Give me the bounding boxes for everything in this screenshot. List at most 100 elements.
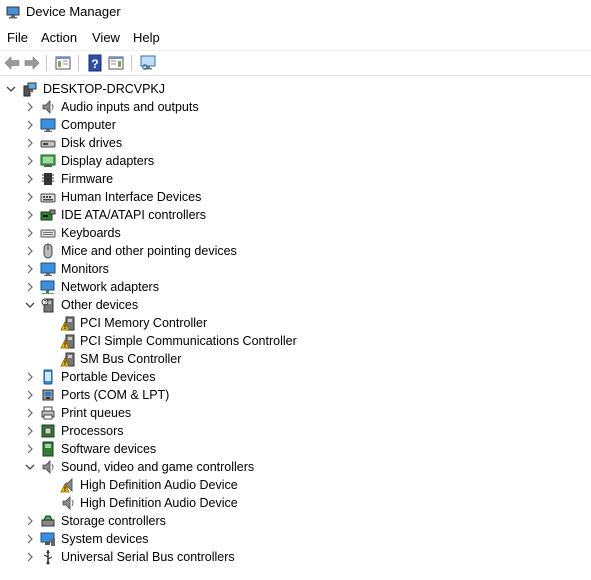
tree-item-label: Display adapters	[61, 154, 155, 168]
portable-icon	[40, 369, 56, 385]
tree-category[interactable]: Universal Serial Bus controllers	[0, 548, 560, 566]
tree-category[interactable]: Storage controllers	[0, 512, 560, 530]
speaker-icon	[60, 495, 76, 511]
chevron-right-icon[interactable]	[24, 209, 36, 221]
properties-button[interactable]	[107, 54, 125, 72]
menu-bar: File Action View Help	[0, 26, 591, 48]
chevron-right-icon[interactable]	[24, 407, 36, 419]
tree-device[interactable]: High Definition Audio Device	[0, 476, 560, 494]
menu-help[interactable]: Help	[133, 30, 160, 45]
warning-device-icon	[60, 315, 76, 331]
chevron-right-icon[interactable]	[24, 245, 36, 257]
tree-category[interactable]: ? Other devices	[0, 296, 560, 314]
tree-item-label: PCI Simple Communications Controller	[80, 334, 297, 348]
chevron-right-icon[interactable]	[24, 191, 36, 203]
tree-item-label: IDE ATA/ATAPI controllers	[61, 208, 206, 222]
tree-item-label: PCI Memory Controller	[80, 316, 208, 330]
help-button[interactable]: ?	[86, 54, 104, 72]
tree-category[interactable]: Network adapters	[0, 278, 560, 296]
toolbar-separator	[46, 55, 47, 71]
tree-root[interactable]: DESKTOP-DRCVPKJ	[0, 80, 560, 98]
chevron-right-icon[interactable]	[24, 443, 36, 455]
forward-arrow-icon	[24, 56, 40, 70]
tree-category[interactable]: Ports (COM & LPT)	[0, 386, 560, 404]
chip-icon	[40, 171, 56, 187]
tree-item-label: DESKTOP-DRCVPKJ	[43, 82, 166, 96]
tree-category[interactable]: System devices	[0, 530, 560, 548]
tree-item-label: Print queues	[61, 406, 132, 420]
tree-category[interactable]: Mice and other pointing devices	[0, 242, 560, 260]
tree-item-label: Network adapters	[61, 280, 159, 294]
chevron-right-icon[interactable]	[24, 227, 36, 239]
chevron-right-icon[interactable]	[24, 137, 36, 149]
device-manager-icon	[5, 4, 21, 20]
toolbar-separator	[78, 55, 79, 71]
tree-item-label: High Definition Audio Device	[80, 478, 238, 492]
tree-category[interactable]: Audio inputs and outputs	[0, 98, 560, 116]
system-icon	[40, 531, 56, 547]
chevron-right-icon[interactable]	[24, 551, 36, 563]
tree-category[interactable]: Keyboards	[0, 224, 560, 242]
chevron-right-icon[interactable]	[24, 101, 36, 113]
tree-device[interactable]: SM Bus Controller	[0, 350, 560, 368]
menu-view[interactable]: View	[92, 30, 120, 45]
ide-icon	[40, 207, 56, 223]
tree-category[interactable]: Monitors	[0, 260, 560, 278]
chevron-down-icon[interactable]	[5, 83, 17, 95]
speaker-icon	[40, 99, 56, 115]
tree-item-label: Universal Serial Bus controllers	[61, 550, 235, 564]
scan-hardware-changes-button[interactable]	[139, 54, 157, 72]
usb-icon	[40, 549, 56, 565]
console-tree-icon	[55, 56, 71, 70]
tree-category[interactable]: IDE ATA/ATAPI controllers	[0, 206, 560, 224]
tree-category[interactable]: Firmware	[0, 170, 560, 188]
tree-category[interactable]: Human Interface Devices	[0, 188, 560, 206]
tree-category[interactable]: Software devices	[0, 440, 560, 458]
port-icon	[40, 387, 56, 403]
tree-device[interactable]: PCI Memory Controller	[0, 314, 560, 332]
tree-item-label: Storage controllers	[61, 514, 166, 528]
menu-file[interactable]: File	[7, 30, 28, 45]
software-icon	[40, 441, 56, 457]
chevron-right-icon[interactable]	[24, 155, 36, 167]
chevron-right-icon[interactable]	[24, 533, 36, 545]
monitor-scan-icon	[140, 55, 156, 70]
menu-action[interactable]: Action	[41, 30, 77, 45]
chevron-right-icon[interactable]	[24, 389, 36, 401]
tree-item-label: Mice and other pointing devices	[61, 244, 237, 258]
tree-category[interactable]: Sound, video and game controllers	[0, 458, 560, 476]
chevron-right-icon[interactable]	[24, 515, 36, 527]
storage-icon	[40, 513, 56, 529]
back-button[interactable]	[3, 54, 21, 72]
back-arrow-icon	[4, 56, 20, 70]
tree-item-label: System devices	[61, 532, 149, 546]
warning-device-icon	[60, 351, 76, 367]
other-device-icon: ?	[40, 297, 56, 313]
tree-device[interactable]: PCI Simple Communications Controller	[0, 332, 560, 350]
chevron-right-icon[interactable]	[24, 425, 36, 437]
chevron-right-icon[interactable]	[24, 371, 36, 383]
chevron-right-icon[interactable]	[24, 263, 36, 275]
warning-speaker-icon	[60, 477, 76, 493]
keyboard-icon	[40, 225, 56, 241]
forward-button[interactable]	[23, 54, 41, 72]
tree-device[interactable]: High Definition Audio Device	[0, 494, 560, 512]
display-adapter-icon	[40, 153, 56, 169]
tree-item-label: Disk drives	[61, 136, 123, 150]
chevron-right-icon[interactable]	[24, 119, 36, 131]
tree-item-label: Software devices	[61, 442, 157, 456]
show-hide-console-tree-button[interactable]	[54, 54, 72, 72]
chevron-down-icon[interactable]	[24, 461, 36, 473]
tree-category[interactable]: Computer	[0, 116, 560, 134]
tree-category[interactable]: Portable Devices	[0, 368, 560, 386]
tree-category[interactable]: Display adapters	[0, 152, 560, 170]
processor-icon	[40, 423, 56, 439]
chevron-right-icon[interactable]	[24, 281, 36, 293]
tree-category[interactable]: Processors	[0, 422, 560, 440]
chevron-right-icon[interactable]	[24, 173, 36, 185]
tree-item-label: Ports (COM & LPT)	[61, 388, 170, 402]
tree-category[interactable]: Disk drives	[0, 134, 560, 152]
properties-icon	[108, 56, 124, 70]
tree-category[interactable]: Print queues	[0, 404, 560, 422]
chevron-down-icon[interactable]	[24, 299, 36, 311]
